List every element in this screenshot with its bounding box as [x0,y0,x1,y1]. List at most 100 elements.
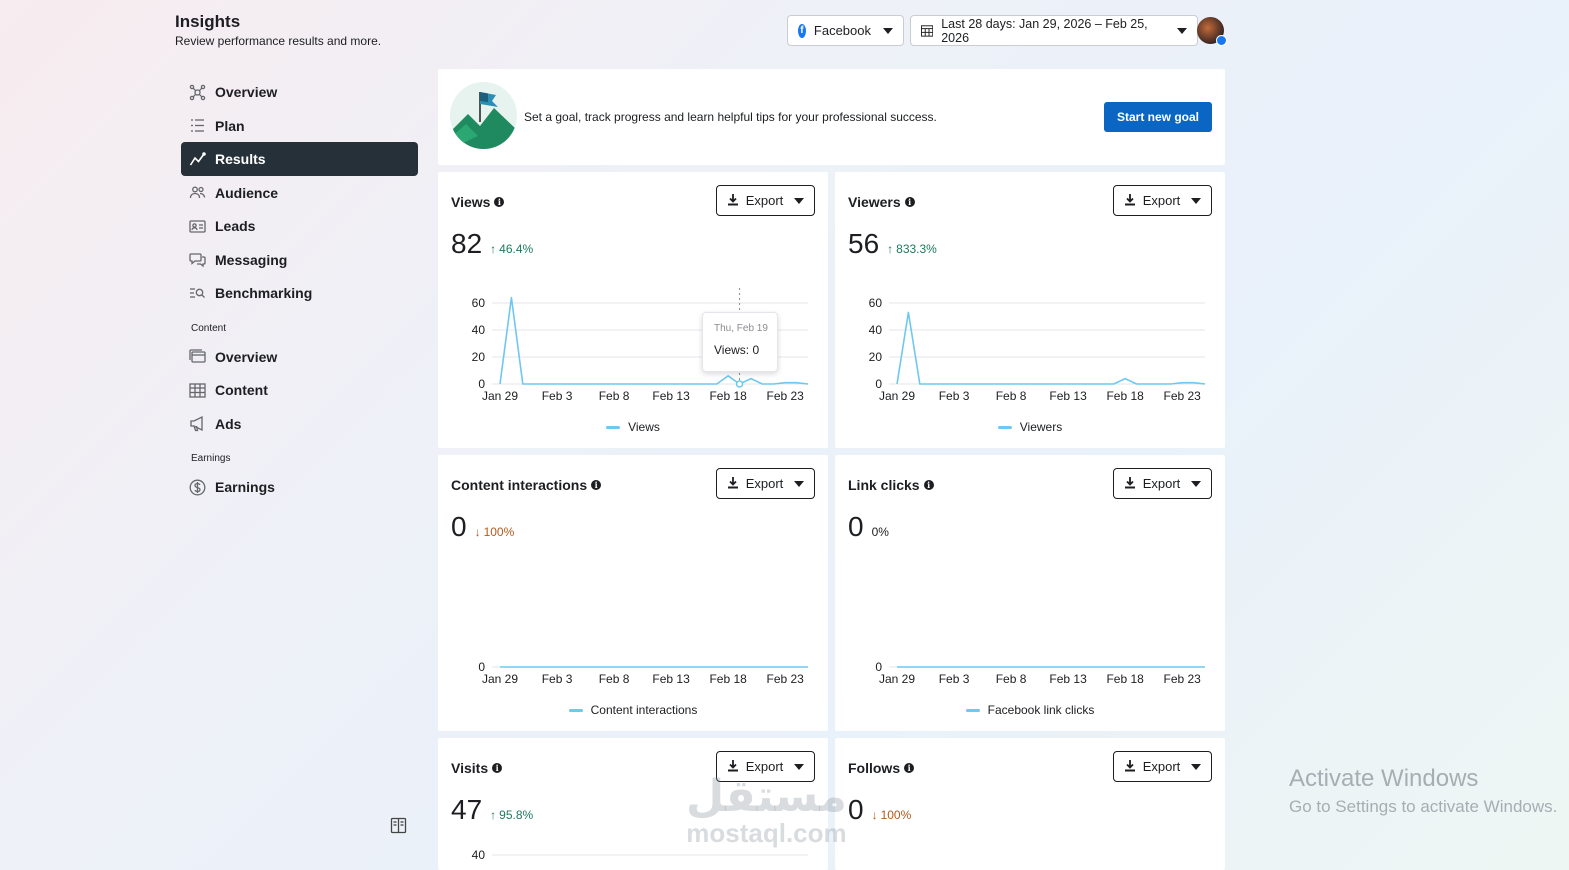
page-title: Insights [175,12,241,31]
viewers-card: Viewers i Export 56 ↑ 833.3% 0 20 40 60 Jan 29 F… [835,172,1225,448]
follows-delta: ↓ 100% [872,808,912,822]
sidebar-item-label: Earnings [215,479,275,495]
sidebar-item-plan[interactable]: Plan [181,109,418,143]
x-tick-label: Feb 3 [542,672,573,686]
goal-card: Set a goal, track progress and learn hel… [438,69,1225,165]
sidebar-item-label: Benchmarking [215,285,313,301]
y-tick-label: 20 [869,350,883,364]
series-line [896,311,1206,385]
start-new-goal-button[interactable]: Start new goal [1103,102,1212,132]
x-tick-label: Jan 29 [879,389,915,403]
x-tick-label: Feb 23 [1164,672,1202,686]
calendar-icon [921,25,934,37]
x-tick-label: Feb 13 [652,672,690,686]
chart-legend: Content interactions [438,703,828,717]
x-tick-label: Feb 3 [542,389,573,403]
mostaql-watermark: مستقل mostaql.com [686,772,847,848]
content-interactions-card: Content interactions i Export 0 ↓ 100% 0 Jan… [438,455,828,731]
viewers-chart: 0204060Jan 29 Feb 3 Feb 8 Feb 13 Feb 18 Feb 2… [869,296,1206,403]
follows-delta-text: 100% [880,808,912,822]
platform-label: Facebook [813,23,871,38]
x-tick-label: Feb 8 [599,389,630,403]
table-icon [189,382,206,399]
y-tick-label: 40 [472,848,486,862]
facebook-badge-icon [1216,35,1227,46]
tooltip-date: Thu, Feb 19 [714,323,768,334]
x-tick-label: Feb 8 [996,389,1027,403]
sidebar-item-messaging[interactable]: Messaging [181,243,418,277]
earnings-section-label: Earnings [191,453,231,464]
date-range-label: Last 28 days: Jan 29, 2026 – Feb 25, 202… [941,16,1148,45]
mostaql-arabic: مستقل [686,772,847,821]
legend-label: Content interactions [590,703,698,717]
megaphone-icon [189,415,206,432]
y-tick-label: 60 [472,296,486,310]
benchmarking-icon [189,285,206,302]
sidebar-item-earnings[interactable]: Earnings [181,470,418,504]
link-clicks-chart: 0Jan 29 Feb 3 Feb 8 Feb 13 Feb 18 Feb 23 [875,660,1205,686]
x-tick-label: Feb 13 [1049,389,1087,403]
sidebar-item-label: Plan [215,117,245,134]
sidebar-item-label: Overview [215,348,278,365]
x-tick-label: Feb 3 [939,672,970,686]
sidebar-item-label: Content [215,382,268,398]
x-tick-label: Feb 23 [767,672,805,686]
legend-label: Facebook link clicks [987,703,1095,717]
x-tick-label: Feb 18 [709,672,747,686]
x-tick-label: Feb 23 [1164,389,1202,403]
sidebar-item-label: Leads [215,218,256,234]
platform-dropdown[interactable]: f Facebook [787,15,904,46]
caret-down-icon [1177,27,1187,34]
activate-subtitle: Go to Settings to activate Windows. [1289,797,1558,816]
tooltip-value: Views: 0 [714,343,760,357]
legend-swatch [965,708,980,712]
download-icon [1124,759,1136,775]
chart-tooltip: Thu, Feb 19 Views: 0 [702,312,778,372]
date-range-dropdown[interactable]: Last 28 days: Jan 29, 2026 – Feb 25, 202… [910,15,1198,46]
plan-icon [189,117,206,134]
follows-card: Follows i Export 0 ↓ 100% [835,738,1225,870]
sidebar-item-content[interactable]: Content [181,373,418,407]
x-tick-label: Feb 23 [767,389,805,403]
sidebar-item-ads[interactable]: Ads [181,407,418,441]
sidebar-item-content-overview[interactable]: Overview [181,340,418,374]
x-tick-label: Feb 8 [599,672,630,686]
link-clicks-card: Link clicks i Export 0 0% 0 Jan 29 Feb 3 Feb … [835,455,1225,731]
avatar[interactable] [1197,17,1227,46]
legend-swatch [997,425,1012,429]
follows-value: 0 ↓ 100% [848,794,911,826]
export-label: Export [1142,759,1181,774]
x-tick-label: Feb 8 [996,672,1027,686]
content-interactions-chart: 0Jan 29 Feb 3 Feb 8 Feb 13 Feb 18 Feb 23 [478,660,808,686]
y-tick-label: 40 [472,323,486,337]
legend-swatch [568,708,583,712]
x-tick-label: Feb 18 [1106,672,1144,686]
sidebar-item-audience[interactable]: Audience [181,176,418,210]
x-tick-label: Jan 29 [482,389,518,403]
sidebar-item-leads[interactable]: Leads [181,209,418,243]
x-tick-label: Feb 13 [652,389,690,403]
caret-down-icon [1191,763,1202,770]
collapse-sidebar-icon[interactable] [390,817,407,839]
info-icon[interactable]: i [904,763,915,773]
dollar-icon [189,479,206,496]
sidebar-item-benchmarking[interactable]: Benchmarking [181,276,418,310]
legend-label: Viewers [1019,420,1063,434]
x-tick-label: Feb 3 [939,389,970,403]
chart-legend: Views [438,420,828,434]
activate-windows-watermark: Activate Windows Go to Settings to activ… [1289,765,1557,817]
sidebar-item-label: Overview [215,84,278,100]
content-section-label: Content [191,322,227,334]
activate-title: Activate Windows [1289,765,1479,792]
sidebar-item-overview[interactable]: Overview [181,75,418,109]
views-card: Views i Export 82 ↑ 46.4% 0 20 40 60 Jan 29 Feb … [438,172,828,448]
facebook-icon: f [798,23,806,38]
results-icon [189,151,206,168]
goal-description: Set a goal, track progress and learn hel… [524,110,937,124]
sidebar-item-label: Results [215,151,266,167]
sidebar-item-label: Audience [215,184,279,201]
sidebar-item-results[interactable]: Results [181,142,418,176]
hover-point [735,380,744,388]
export-button[interactable]: Export [1113,751,1212,782]
follows-title-text: Follows [848,760,901,776]
